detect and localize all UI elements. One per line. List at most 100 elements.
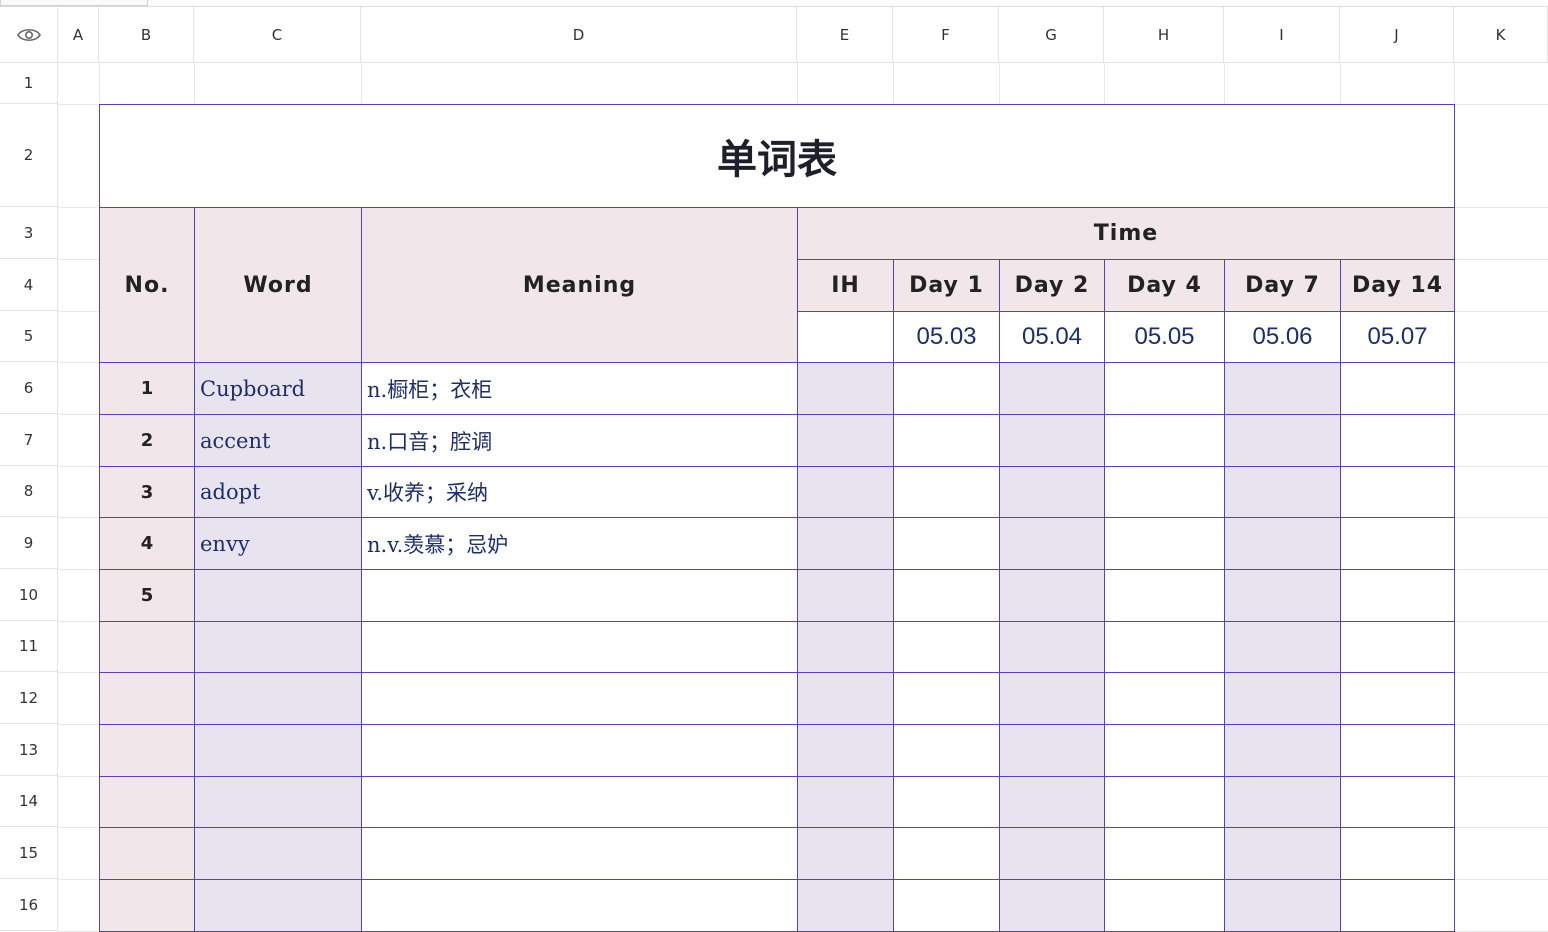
date-cell[interactable]: 05.07 bbox=[1340, 311, 1455, 363]
entry-number[interactable] bbox=[99, 879, 195, 932]
header-day2[interactable]: Day 2 bbox=[999, 259, 1105, 312]
row-header-13[interactable]: 13 bbox=[0, 724, 58, 776]
column-header-f[interactable]: F bbox=[893, 7, 999, 63]
row-header-6[interactable]: 6 bbox=[0, 362, 58, 414]
review-check-cell[interactable] bbox=[797, 569, 894, 622]
entry-word[interactable] bbox=[194, 724, 362, 777]
entry-word[interactable] bbox=[194, 776, 362, 828]
review-check-cell[interactable] bbox=[797, 466, 894, 518]
entry-meaning[interactable] bbox=[361, 621, 798, 673]
review-check-cell[interactable] bbox=[1340, 414, 1455, 467]
entry-word[interactable]: adopt bbox=[194, 466, 362, 518]
review-check-cell[interactable] bbox=[999, 879, 1105, 932]
entry-word[interactable] bbox=[194, 569, 362, 622]
entry-meaning[interactable] bbox=[361, 724, 798, 777]
review-check-cell[interactable] bbox=[1104, 414, 1225, 467]
date-cell[interactable]: 05.03 bbox=[893, 311, 1000, 363]
review-check-cell[interactable] bbox=[797, 362, 894, 415]
entry-number[interactable] bbox=[99, 724, 195, 777]
column-header-h[interactable]: H bbox=[1104, 7, 1224, 63]
review-check-cell[interactable] bbox=[1104, 362, 1225, 415]
review-check-cell[interactable] bbox=[893, 466, 1000, 518]
review-check-cell[interactable] bbox=[999, 672, 1105, 725]
entry-number[interactable]: 1 bbox=[99, 362, 195, 415]
review-check-cell[interactable] bbox=[893, 569, 1000, 622]
review-check-cell[interactable] bbox=[1224, 362, 1341, 415]
review-check-cell[interactable] bbox=[999, 621, 1105, 673]
entry-meaning[interactable] bbox=[361, 879, 798, 932]
review-check-cell[interactable] bbox=[999, 466, 1105, 518]
review-check-cell[interactable] bbox=[1104, 672, 1225, 725]
review-check-cell[interactable] bbox=[893, 776, 1000, 828]
review-check-cell[interactable] bbox=[1224, 672, 1341, 725]
review-check-cell[interactable] bbox=[1224, 879, 1341, 932]
review-check-cell[interactable] bbox=[1104, 569, 1225, 622]
column-header-d[interactable]: D bbox=[361, 7, 797, 63]
date-cell[interactable]: 05.04 bbox=[999, 311, 1105, 363]
column-header-a[interactable]: A bbox=[58, 7, 99, 63]
entry-meaning[interactable]: n.v.羡慕；忌妒 bbox=[361, 517, 798, 570]
review-check-cell[interactable] bbox=[999, 827, 1105, 880]
column-header-b[interactable]: B bbox=[99, 7, 194, 63]
review-check-cell[interactable] bbox=[1104, 827, 1225, 880]
review-check-cell[interactable] bbox=[797, 672, 894, 725]
header-word[interactable]: Word bbox=[194, 207, 362, 363]
entry-meaning[interactable] bbox=[361, 827, 798, 880]
row-header-12[interactable]: 12 bbox=[0, 672, 58, 724]
entry-number[interactable]: 2 bbox=[99, 414, 195, 467]
review-check-cell[interactable] bbox=[893, 414, 1000, 467]
review-check-cell[interactable] bbox=[999, 517, 1105, 570]
select-all-corner[interactable] bbox=[0, 7, 58, 63]
eye-icon[interactable] bbox=[16, 27, 41, 43]
row-header-16[interactable]: 16 bbox=[0, 879, 58, 931]
sheet-tab[interactable] bbox=[0, 0, 148, 6]
review-check-cell[interactable] bbox=[1104, 466, 1225, 518]
entry-word[interactable] bbox=[194, 621, 362, 673]
review-check-cell[interactable] bbox=[1224, 569, 1341, 622]
review-check-cell[interactable] bbox=[797, 879, 894, 932]
review-check-cell[interactable] bbox=[1224, 466, 1341, 518]
entry-meaning[interactable] bbox=[361, 569, 798, 622]
entry-number[interactable]: 4 bbox=[99, 517, 195, 570]
review-check-cell[interactable] bbox=[1340, 621, 1455, 673]
row-header-15[interactable]: 15 bbox=[0, 827, 58, 879]
row-header-7[interactable]: 7 bbox=[0, 414, 58, 466]
review-check-cell[interactable] bbox=[893, 362, 1000, 415]
review-check-cell[interactable] bbox=[893, 827, 1000, 880]
entry-number[interactable]: 5 bbox=[99, 569, 195, 622]
review-check-cell[interactable] bbox=[1340, 879, 1455, 932]
review-check-cell[interactable] bbox=[1224, 827, 1341, 880]
entry-meaning[interactable]: n.橱柜；衣柜 bbox=[361, 362, 798, 415]
entry-meaning[interactable] bbox=[361, 672, 798, 725]
review-check-cell[interactable] bbox=[893, 879, 1000, 932]
entry-word[interactable] bbox=[194, 672, 362, 725]
review-check-cell[interactable] bbox=[1224, 776, 1341, 828]
review-check-cell[interactable] bbox=[797, 621, 894, 673]
row-header-2[interactable]: 2 bbox=[0, 104, 58, 207]
review-check-cell[interactable] bbox=[999, 362, 1105, 415]
review-check-cell[interactable] bbox=[999, 414, 1105, 467]
entry-meaning[interactable] bbox=[361, 776, 798, 828]
review-check-cell[interactable] bbox=[893, 724, 1000, 777]
review-check-cell[interactable] bbox=[797, 776, 894, 828]
review-check-cell[interactable] bbox=[893, 672, 1000, 725]
column-header-e[interactable]: E bbox=[797, 7, 893, 63]
date-cell-ih[interactable] bbox=[797, 311, 894, 363]
review-check-cell[interactable] bbox=[797, 827, 894, 880]
entry-number[interactable] bbox=[99, 827, 195, 880]
row-header-11[interactable]: 11 bbox=[0, 621, 58, 672]
column-header-i[interactable]: I bbox=[1224, 7, 1340, 63]
row-header-8[interactable]: 8 bbox=[0, 466, 58, 517]
entry-word[interactable]: envy bbox=[194, 517, 362, 570]
row-header-9[interactable]: 9 bbox=[0, 517, 58, 569]
row-header-5[interactable]: 5 bbox=[0, 311, 58, 362]
review-check-cell[interactable] bbox=[1340, 569, 1455, 622]
header-day4[interactable]: Day 4 bbox=[1104, 259, 1225, 312]
review-check-cell[interactable] bbox=[1104, 517, 1225, 570]
review-check-cell[interactable] bbox=[1224, 414, 1341, 467]
entry-word[interactable] bbox=[194, 879, 362, 932]
column-header-j[interactable]: J bbox=[1340, 7, 1454, 63]
entry-number[interactable]: 3 bbox=[99, 466, 195, 518]
review-check-cell[interactable] bbox=[1104, 776, 1225, 828]
review-check-cell[interactable] bbox=[1340, 724, 1455, 777]
